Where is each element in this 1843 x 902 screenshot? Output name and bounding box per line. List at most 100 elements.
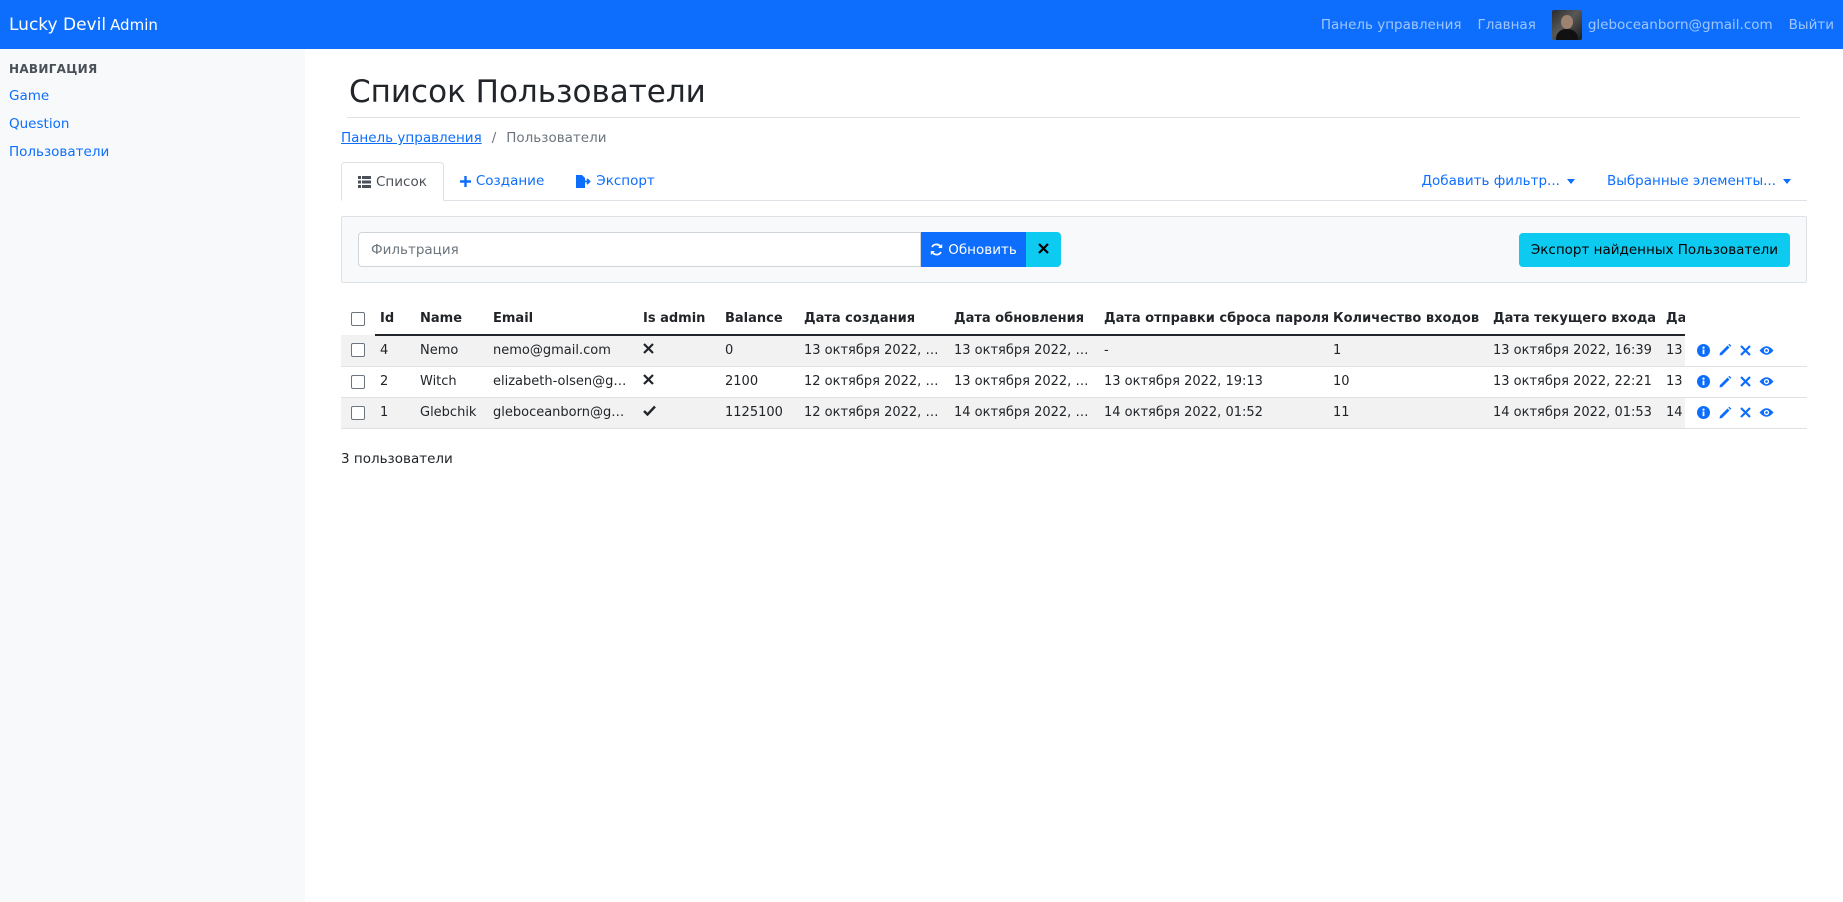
info-icon[interactable] [1697,375,1710,388]
info-icon[interactable] [1697,406,1710,419]
nav-link-dashboard[interactable]: Панель управления [1321,17,1462,33]
table-header-row: Id Name Email Is admin Balance Дата созд… [341,302,1807,336]
column-header[interactable]: Name [415,302,488,336]
cell-updated: 14 октября 2022, 01:53 [949,397,1099,429]
tab-export[interactable]: Экспорт [560,162,671,200]
column-header[interactable]: Is admin [638,302,720,336]
nav-link-home[interactable]: Главная [1478,17,1536,33]
navbar-right: Панель управления Главная gleboceanborn@… [1305,9,1834,40]
select-all-checkbox[interactable] [351,311,365,326]
column-header[interactable]: Дата обновления [949,302,1099,336]
caret-down-icon [1783,178,1791,184]
column-header[interactable]: Да [1661,302,1685,336]
row-actions [1685,397,1807,429]
top-navbar: Lucky Devil Admin Панель управления Главн… [0,0,1843,49]
column-header[interactable]: Email [488,302,638,336]
pencil-icon[interactable] [1718,406,1732,420]
row-select-cell [341,366,375,398]
sidebar: НАВИГАЦИЯ Game Question Пользователи [0,49,305,902]
cell-email: elizabeth-olsen@gmail.com [488,366,638,398]
column-header[interactable]: Дата создания [799,302,949,336]
column-header[interactable]: Дата текущего входа [1488,302,1661,336]
cell-last-col: 13 [1661,335,1685,367]
add-filter-label: Добавить фильтр... [1421,173,1560,189]
nav-user-email: gleboceanborn@gmail.com [1587,16,1773,33]
clear-filter-button[interactable] [1026,232,1061,267]
tab-create[interactable]: Создание [444,162,560,200]
selected-items-dropdown[interactable]: Выбранные элементы... [1591,173,1807,189]
column-header[interactable]: Дата отправки сброса пароля [1099,302,1328,336]
pencil-icon[interactable] [1718,343,1732,357]
table-row[interactable]: 4 Nemo nemo@gmail.com 0 13 октября 2022, 16:… [341,335,1807,367]
tab-dropdowns: Добавить фильтр... Выбранные элементы... [1405,162,1807,200]
delete-icon[interactable] [1740,344,1751,356]
cell-balance: 0 [720,335,799,367]
sidebar-item-users[interactable]: Пользователи [9,138,296,166]
cell-reset-sent: - [1099,335,1328,367]
table-row[interactable]: 1Glebchikgleboceanborn@gmail.com11251001… [341,397,1807,429]
record-count: 3 пользователи [341,450,453,467]
filter-input[interactable] [358,232,921,267]
cell-name: Witch [415,366,488,398]
row-checkbox[interactable] [351,405,365,420]
info-icon[interactable] [1697,343,1710,357]
row-checkbox[interactable] [351,374,365,389]
cell-updated: 13 октября 2022, 16:39 [949,335,1099,367]
brand-name: Lucky Devil [9,14,107,35]
cell-is-admin [638,397,720,429]
users-table: Id Name Email Is admin Balance Дата созд… [341,302,1807,429]
sidebar-heading: НАВИГАЦИЯ [9,62,98,76]
cell-last-col: 13 [1661,366,1685,398]
cell-created: 12 октября 2022, 22:21 [799,366,949,398]
cell-id: 4 [375,335,415,367]
cell-reset-sent: 13 октября 2022, 19:13 [1099,366,1328,398]
add-filter-dropdown[interactable]: Добавить фильтр... [1405,173,1590,189]
delete-icon[interactable] [1740,407,1751,418]
table-row[interactable]: 2Witchelizabeth-olsen@gmail.com 210012 ок… [341,366,1807,398]
cell-sign-in-count: 1 [1328,335,1488,367]
sidebar-item-game[interactable]: Game [9,82,296,110]
file-export-icon [576,174,592,188]
cell-created: 13 октября 2022, 16:39 [799,335,949,367]
tab-export-label: Экспорт [596,173,655,189]
column-header[interactable]: Количество входов [1328,302,1488,336]
cell-current-sign-in: 13 октября 2022, 16:39 [1488,335,1661,367]
cell-current-sign-in: 14 октября 2022, 01:53 [1488,397,1661,429]
tab-create-label: Создание [475,173,545,189]
export-found-button[interactable]: Экспорт найденных Пользователи [1518,232,1790,267]
refresh-icon [930,243,943,256]
cell-name: Nemo [415,335,488,367]
nav-user-link[interactable]: gleboceanborn@gmail.com [1551,9,1773,40]
cell-current-sign-in: 13 октября 2022, 22:21 [1488,366,1661,398]
row-select-cell [341,335,375,367]
cell-updated: 13 октября 2022, 22:21 [949,366,1099,398]
refresh-button[interactable]: Обновить [921,232,1026,267]
selected-items-label: Выбранные элементы... [1606,173,1776,189]
cell-name: Glebchik [415,397,488,429]
sidebar-item-question[interactable]: Question [9,110,296,138]
brand-sub: Admin [110,15,158,34]
check-icon [643,405,656,416]
column-header[interactable]: Balance [720,302,799,336]
brand-link[interactable]: Lucky Devil Admin [9,15,158,35]
main-content: Список Пользователи Панель управления / … [341,49,1807,467]
select-all-cell [341,302,375,335]
page-title: Список Пользователи [349,74,706,110]
cell-email: gleboceanborn@gmail.com [488,397,638,429]
refresh-label: Обновить [948,241,1017,258]
column-header[interactable]: Id [375,302,415,336]
plus-icon [459,175,471,187]
title-divider [347,117,1800,118]
cell-email: nemo@gmail.com [488,335,638,367]
delete-icon[interactable] [1740,376,1751,387]
row-checkbox[interactable] [351,343,365,358]
eye-icon[interactable] [1759,345,1774,356]
breadcrumb-dashboard-link[interactable]: Панель управления [341,130,482,146]
cross-icon [643,343,654,355]
logout-link[interactable]: Выйти [1789,17,1834,33]
tab-list-label: Список [376,173,427,190]
eye-icon[interactable] [1759,376,1774,387]
pencil-icon[interactable] [1718,375,1732,389]
tab-list[interactable]: Список [341,162,444,201]
eye-icon[interactable] [1759,407,1774,418]
